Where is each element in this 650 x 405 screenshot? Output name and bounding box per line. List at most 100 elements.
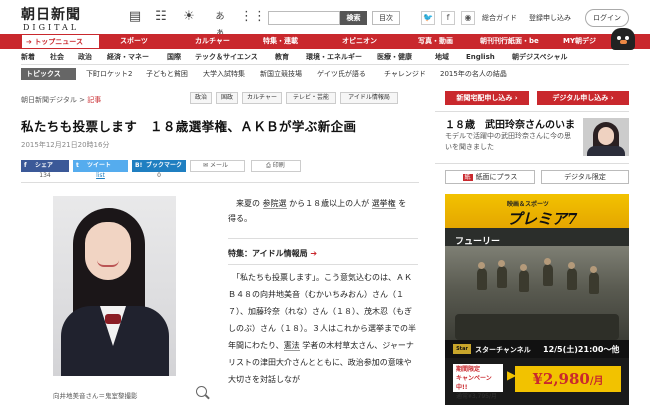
advertisement-banner[interactable]: 映画＆スポーツ プレミア7 フューリー Star スターチャンネル 12/5(土…: [445, 194, 629, 405]
facebook-icon[interactable]: f: [441, 11, 455, 25]
search-button[interactable]: 検索: [340, 11, 367, 25]
related-title[interactable]: １８歳 武田玲奈さんのいま: [445, 116, 575, 131]
related-thumbnail[interactable]: [583, 118, 629, 156]
article-body: 「私たちも投票します」。こう意気込むのは、ＡＫＢ４８の向井地美音（むかいちみおん…: [228, 269, 418, 388]
subnav-new[interactable]: 新着: [21, 52, 35, 63]
subnav-region[interactable]: 地域: [435, 52, 449, 63]
ad-movie-title: フューリー: [455, 237, 501, 247]
ad-broadcast-date: 12/5(土)21:00～他: [543, 345, 620, 354]
hatena-count: 0: [157, 172, 161, 179]
hatena-bookmark-button[interactable]: B! ブックマーク: [132, 160, 186, 172]
mail-label: メール: [209, 162, 228, 169]
campaign-regular-price: 通常¥3,795/月: [456, 393, 498, 400]
nav-item-my[interactable]: MY朝デジ: [563, 34, 596, 49]
news-icon[interactable]: ▤: [127, 9, 143, 25]
nav-top-news[interactable]: ➔ トップニュース: [21, 34, 100, 49]
nav-item-sports[interactable]: スポーツ: [120, 34, 148, 49]
logo-text: 朝日新聞: [21, 7, 81, 23]
article-title: 私たちも投票します １８歳選挙権、ＡＫＢが学ぶ新企画: [21, 119, 357, 134]
tag-politics[interactable]: 政治: [190, 92, 212, 104]
weather-icon[interactable]: ☀: [181, 9, 197, 25]
register-link[interactable]: 登録申し込み: [529, 13, 571, 23]
ad-price-unit: /月: [589, 376, 604, 387]
nav-item-paper[interactable]: 朝刊刊行紙面・be: [480, 34, 539, 49]
zoom-icon[interactable]: [196, 386, 207, 397]
nav-item-opinion[interactable]: オピニオン: [342, 34, 377, 49]
nav-item-features[interactable]: 特集・連載: [263, 34, 298, 49]
body-link[interactable]: 憲法: [283, 341, 300, 351]
topic-link[interactable]: ゲイツ氏が語る: [317, 68, 366, 80]
divider: [435, 163, 629, 164]
chevron-right-icon: ›: [610, 94, 614, 102]
topic-link[interactable]: 大学入試特集: [203, 68, 245, 80]
subnav-tech[interactable]: テック＆サイエンス: [195, 52, 258, 63]
topics-label: トピックス: [21, 68, 76, 80]
breadcrumb-home[interactable]: 朝日新聞デジタル: [21, 96, 77, 104]
topic-link[interactable]: 子どもと貧困: [146, 68, 188, 80]
tag-culture[interactable]: カルチャー: [242, 92, 282, 104]
digital-limited-button[interactable]: デジタル限定: [541, 170, 629, 184]
asahi-digital-logo[interactable]: 朝日新聞 DIGITAL: [21, 8, 91, 34]
tag-tv[interactable]: テレビ・芸能: [286, 92, 336, 104]
topic-link[interactable]: 新国立競技場: [260, 68, 302, 80]
mascot-icon: [611, 28, 635, 50]
tweet-label: ツイート: [87, 162, 112, 169]
paper-plus-label: 紙面にプラス: [475, 173, 518, 181]
subnav-international[interactable]: 国際: [167, 52, 181, 63]
nav-item-photo-video[interactable]: 写真・動画: [418, 34, 453, 49]
paper-icon: 紙: [462, 174, 473, 181]
nav-top-news-label: トップニュース: [34, 38, 83, 46]
campaign-line: キャンペーン中!!: [456, 375, 492, 391]
twitter-count[interactable]: list: [73, 172, 128, 179]
digital-label: デジタル申し込み: [552, 94, 609, 102]
photo-caption: 向井地美音さん＝鬼室黎撮影: [53, 392, 138, 400]
feature-link[interactable]: 特集：アイドル情報局 ➔: [228, 248, 317, 259]
search-input[interactable]: [268, 11, 340, 25]
digital-subscribe-button[interactable]: デジタル申し込み ›: [537, 91, 629, 105]
subnav-society[interactable]: 社会: [50, 52, 64, 63]
tweet-button[interactable]: t ツイート: [73, 160, 128, 172]
ad-price: ¥2,980/月: [515, 366, 621, 392]
subnav-environment[interactable]: 環境・エネルギー: [306, 52, 362, 63]
topic-link[interactable]: チャレンジド: [384, 68, 426, 80]
lead-link[interactable]: 参院選: [262, 199, 287, 209]
topic-link[interactable]: 下町ロケット2: [86, 68, 132, 80]
grid-icon[interactable]: ⋮⋮: [240, 9, 266, 25]
arrow-right-icon: ➔: [310, 249, 318, 258]
breadcrumb-separator: >: [79, 96, 85, 104]
subnav-politics[interactable]: 政治: [78, 52, 92, 63]
print-button[interactable]: ⎙ 印刷: [251, 160, 301, 172]
facebook-share-button[interactable]: f シェア: [21, 160, 69, 172]
ad-campaign-box: 期間限定 キャンペーン中!! 通常¥3,795/月: [453, 364, 503, 400]
topic-link[interactable]: 2015年の名人の結晶: [440, 68, 507, 80]
divider: [435, 111, 629, 112]
lead-link[interactable]: 選挙権: [371, 199, 396, 209]
lead-text: から１８歳以上の人が: [289, 199, 370, 208]
login-button[interactable]: ログイン: [585, 9, 629, 27]
subnav-education[interactable]: 教育: [275, 52, 289, 63]
divider: [21, 64, 629, 65]
mail-button[interactable]: ✉ メール: [190, 160, 245, 172]
delivery-label: 新聞宅配申し込み: [456, 94, 513, 102]
tag-national[interactable]: 国政: [216, 92, 238, 104]
newspaper-delivery-button[interactable]: 新聞宅配申し込み ›: [445, 91, 529, 105]
mail-icon: ✉: [203, 162, 210, 169]
print-icon: ⎙: [266, 162, 273, 169]
tag-idol[interactable]: アイドル情報局: [340, 92, 398, 104]
guide-link[interactable]: 総合ガイド: [482, 13, 517, 23]
toc-button[interactable]: 目次: [372, 11, 400, 25]
twitter-icon[interactable]: 🐦: [421, 11, 435, 25]
briefing-icon[interactable]: ☷: [153, 9, 169, 25]
subnav-special[interactable]: 朝デジスペシャル: [512, 52, 568, 63]
subnav-english[interactable]: English: [466, 52, 495, 63]
subnav-economy[interactable]: 経済・マネー: [107, 52, 149, 63]
lead-text: 来夏の: [236, 199, 260, 208]
facebook-count: 134: [39, 172, 51, 179]
nav-item-culture[interactable]: カルチャー: [195, 34, 230, 49]
chevron-right-icon: ›: [514, 94, 518, 102]
paper-plus-button[interactable]: 紙紙面にプラス: [445, 170, 535, 184]
rss-icon[interactable]: ◉: [461, 11, 475, 25]
subnav-health[interactable]: 医療・健康: [377, 52, 412, 63]
article-photo[interactable]: [53, 196, 176, 376]
font-size-icon[interactable]: あぁ: [212, 9, 228, 38]
